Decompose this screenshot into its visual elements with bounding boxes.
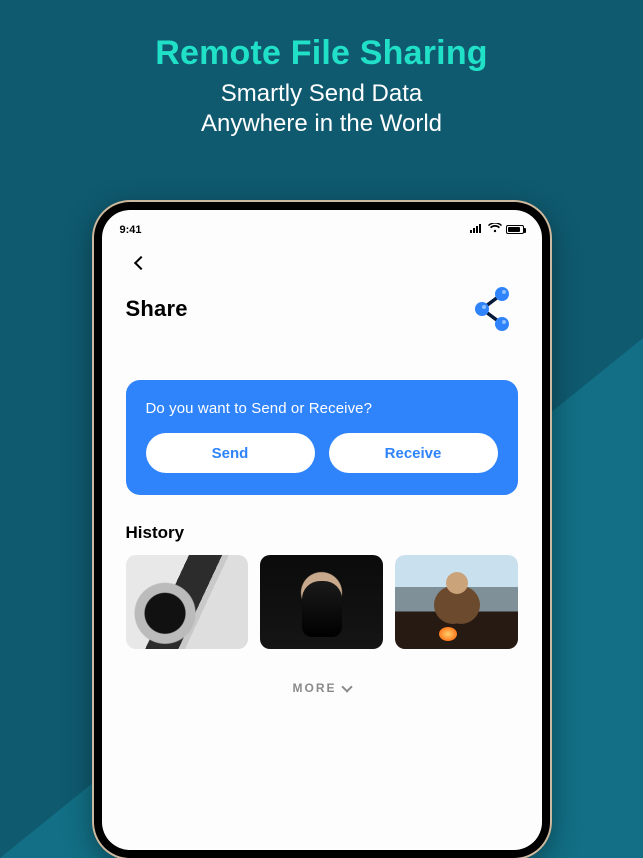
- chevron-down-icon: [341, 681, 352, 692]
- history-item-1[interactable]: [126, 555, 249, 649]
- play-icon: [305, 585, 339, 619]
- history-row: [126, 555, 518, 649]
- tablet-frame: 9:41 Share: [92, 200, 552, 858]
- signal-icon: [470, 223, 484, 236]
- send-receive-card: Do you want to Send or Receive? Send Rec…: [126, 380, 518, 495]
- card-buttons: Send Receive: [146, 433, 498, 473]
- history-title: History: [126, 523, 518, 543]
- promo-sub-line2: Anywhere in the World: [201, 110, 442, 137]
- battery-icon: [506, 225, 524, 234]
- more-button[interactable]: MORE: [126, 681, 518, 695]
- promo-title: Remote File Sharing: [0, 34, 643, 73]
- share-icon[interactable]: [468, 284, 518, 334]
- back-button[interactable]: [126, 250, 152, 276]
- history-item-2[interactable]: [260, 555, 383, 649]
- wifi-icon: [488, 223, 502, 236]
- screen: 9:41 Share: [102, 210, 542, 850]
- send-button[interactable]: Send: [146, 433, 315, 473]
- chevron-left-icon: [133, 256, 147, 270]
- promo-sub-line1: Smartly Send Data: [221, 80, 422, 107]
- history-section: History MORE: [126, 523, 518, 695]
- title-row: Share: [126, 284, 518, 334]
- more-label: MORE: [293, 681, 337, 695]
- promo-subtitle: Smartly Send Data Anywhere in the World: [0, 79, 643, 139]
- page-title: Share: [126, 296, 188, 322]
- history-item-3[interactable]: [395, 555, 518, 649]
- promo-block: Remote File Sharing Smartly Send Data An…: [0, 0, 643, 139]
- back-row: [126, 250, 518, 278]
- status-bar: 9:41: [102, 210, 542, 236]
- receive-button[interactable]: Receive: [329, 433, 498, 473]
- status-time: 9:41: [120, 224, 142, 236]
- screen-body: Share Do you want to Send or Rece: [102, 236, 542, 850]
- card-prompt: Do you want to Send or Receive?: [146, 400, 498, 417]
- status-right: [470, 223, 524, 236]
